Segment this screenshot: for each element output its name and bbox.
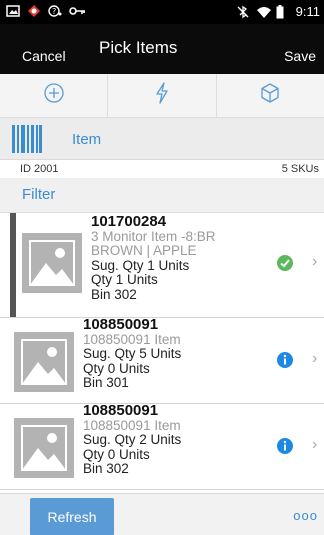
gallery-icon: [6, 4, 20, 18]
picked-qty: Qty 1 Units: [91, 272, 158, 287]
add-button[interactable]: [0, 74, 109, 117]
app-icon: [27, 4, 41, 18]
chevron-right-icon[interactable]: ›: [312, 350, 317, 368]
item-description: 108850091 Item: [83, 331, 181, 347]
item-code: 108850091: [83, 316, 159, 333]
status-bar: ? 9:11: [0, 0, 324, 24]
refresh-button[interactable]: Refresh: [30, 498, 114, 535]
filter-row[interactable]: Filter: [0, 178, 324, 213]
item-field-label[interactable]: Item: [72, 131, 101, 148]
item-code: 101700284: [91, 213, 167, 230]
title-bar: Cancel Pick Items Save: [0, 24, 324, 74]
bluetooth-off-icon: [236, 5, 250, 19]
battery-icon: [276, 4, 290, 19]
status-icons-right: 9:11: [236, 4, 320, 19]
save-button[interactable]: Save: [284, 48, 316, 64]
item-details: 108850091 108850091 Item Sug. Qty 2 Unit…: [83, 402, 182, 477]
pick-id: ID 2001: [20, 163, 59, 175]
item-details: 101700284 3 Monitor Item -8:BR BROWN | A…: [91, 213, 216, 302]
item-code: 108850091: [83, 402, 159, 419]
image-placeholder-icon: [14, 418, 74, 478]
list-item[interactable]: 101700284 3 Monitor Item -8:BR BROWN | A…: [0, 213, 324, 318]
suggested-qty: Sug. Qty 1 Units: [91, 257, 190, 273]
page-title: Pick Items: [99, 38, 178, 57]
status-icons-left: ?: [6, 4, 85, 18]
bin-location: Bin 302: [91, 286, 137, 302]
picked-qty: Qty 0 Units: [83, 360, 150, 376]
box-button[interactable]: [217, 74, 324, 117]
flash-icon: [154, 82, 170, 109]
bin-location: Bin 302: [83, 461, 129, 476]
add-icon: [43, 82, 65, 109]
wifi-icon: [256, 5, 271, 19]
filter-link[interactable]: Filter: [22, 186, 55, 203]
item-variant: BROWN | APPLE: [91, 243, 197, 258]
list-item[interactable]: 108850091 108850091 Item Sug. Qty 2 Unit…: [0, 402, 324, 490]
key-icon: [69, 4, 85, 18]
suggested-qty: Sug. Qty 5 Units: [83, 346, 182, 361]
item-scan-row[interactable]: Item: [0, 118, 324, 160]
item-description: 3 Monitor Item -8:BR: [91, 228, 216, 244]
barcode-icon[interactable]: [12, 125, 42, 158]
list-item[interactable]: 108850091 108850091 Item Sug. Qty 5 Unit…: [0, 316, 324, 404]
check-circle-icon: [276, 254, 294, 277]
alert-icon: ?: [48, 4, 62, 18]
box-icon: [259, 82, 281, 109]
chevron-right-icon[interactable]: ›: [312, 253, 317, 271]
info-icon: [276, 437, 294, 460]
bottom-bar: Refresh ooo: [0, 493, 324, 535]
cancel-button[interactable]: Cancel: [22, 48, 66, 64]
action-toolbar: [0, 74, 324, 118]
bin-location: Bin 301: [83, 375, 129, 390]
clock: 9:11: [295, 4, 320, 19]
selection-indicator: [10, 213, 16, 317]
item-details: 108850091 108850091 Item Sug. Qty 5 Unit…: [83, 316, 182, 391]
item-list: 101700284 3 Monitor Item -8:BR BROWN | A…: [0, 213, 324, 493]
svg-text:?: ?: [52, 7, 56, 16]
flash-button[interactable]: [108, 74, 217, 117]
more-options-button[interactable]: ooo: [293, 508, 318, 523]
suggested-qty: Sug. Qty 2 Units: [83, 432, 182, 447]
picked-qty: Qty 0 Units: [83, 446, 150, 462]
info-row: ID 2001 5 SKUs: [0, 160, 324, 178]
item-description: 108850091 Item: [83, 417, 181, 433]
info-icon: [276, 351, 294, 374]
image-placeholder-icon: [14, 332, 74, 392]
chevron-right-icon[interactable]: ›: [312, 436, 317, 454]
sku-count: 5 SKUs: [281, 163, 319, 175]
image-placeholder-icon: [22, 233, 82, 293]
